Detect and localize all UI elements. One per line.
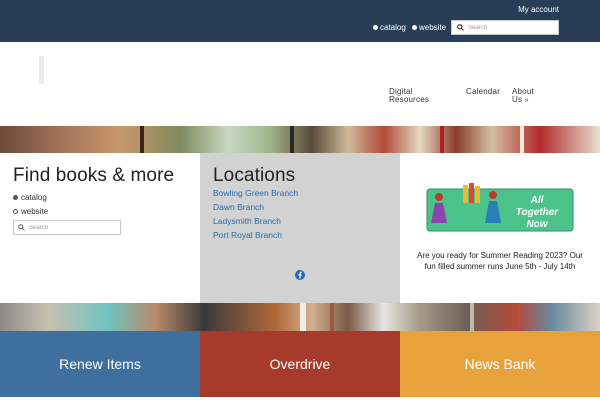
scope-catalog-label: catalog: [380, 23, 406, 32]
book-spine: [300, 303, 306, 331]
banner-line2: Together: [516, 207, 560, 218]
search-icon: [18, 224, 25, 231]
book-spine: [440, 126, 444, 153]
site-logo[interactable]: [39, 56, 44, 84]
site-header: [0, 42, 600, 126]
all-together-now-banner[interactable]: All Together Now: [425, 183, 575, 235]
find-search-input[interactable]: [29, 224, 119, 231]
nav-about-us[interactable]: About Us »: [512, 88, 534, 105]
locations-title: Locations: [213, 165, 296, 186]
nav-digital-line2: Resources: [389, 95, 430, 104]
banner-line3: Now: [526, 219, 548, 230]
top-bar: My account catalog website: [0, 0, 600, 42]
chevron-down-double-icon: »: [524, 97, 529, 104]
scope-website-radio[interactable]: website: [412, 23, 446, 32]
search-icon: [457, 24, 464, 31]
renew-items-tile[interactable]: Renew Items: [0, 331, 200, 397]
summer-reading-card: All Together Now Are you ready for Summe…: [400, 153, 600, 303]
nav-about-line2: Us: [512, 95, 523, 104]
scope-catalog-radio[interactable]: catalog: [373, 23, 406, 32]
top-search-input[interactable]: [468, 24, 558, 31]
banner-line1: All: [530, 195, 544, 206]
radio-selected-icon: [13, 195, 18, 200]
radio-unselected-icon: [13, 209, 18, 214]
find-books-title: Find books & more: [13, 165, 175, 186]
bookshelf-photo-bottom: [0, 303, 600, 331]
my-account-link[interactable]: My account: [518, 5, 559, 14]
locations-card: Locations Bowling Green Branch Dawn Bran…: [200, 153, 400, 303]
find-books-card: Find books & more catalog website: [0, 153, 200, 303]
book-spine: [140, 126, 144, 153]
location-link-dawn[interactable]: Dawn Branch: [213, 202, 264, 212]
news-bank-tile[interactable]: News Bank: [400, 331, 600, 397]
facebook-icon[interactable]: [295, 267, 305, 280]
radio-dot-icon: [373, 25, 378, 30]
top-search-box: [451, 20, 559, 35]
location-link-ladysmith[interactable]: Ladysmith Branch: [213, 216, 281, 226]
find-website-radio[interactable]: website: [13, 207, 48, 216]
radio-dot-icon: [412, 25, 417, 30]
book-spine: [520, 126, 524, 153]
nav-calendar[interactable]: Calendar: [466, 88, 500, 96]
find-catalog-label: catalog: [21, 193, 47, 202]
scope-website-label: website: [419, 23, 447, 32]
nav-digital-resources[interactable]: Digital Resources: [389, 88, 429, 104]
bookshelf-photo-top: [0, 126, 600, 153]
book-spine: [330, 303, 334, 331]
location-link-bowling-green[interactable]: Bowling Green Branch: [213, 188, 298, 198]
book-spine: [470, 303, 474, 331]
find-search-box: [13, 220, 121, 235]
location-link-port-royal[interactable]: Port Royal Branch: [213, 230, 282, 240]
find-website-label: website: [21, 207, 49, 216]
book-spine: [290, 126, 294, 153]
overdrive-tile[interactable]: Overdrive: [200, 331, 400, 397]
summer-reading-text: Are you ready for Summer Reading 2023? O…: [417, 251, 583, 271]
find-catalog-radio[interactable]: catalog: [13, 193, 47, 202]
